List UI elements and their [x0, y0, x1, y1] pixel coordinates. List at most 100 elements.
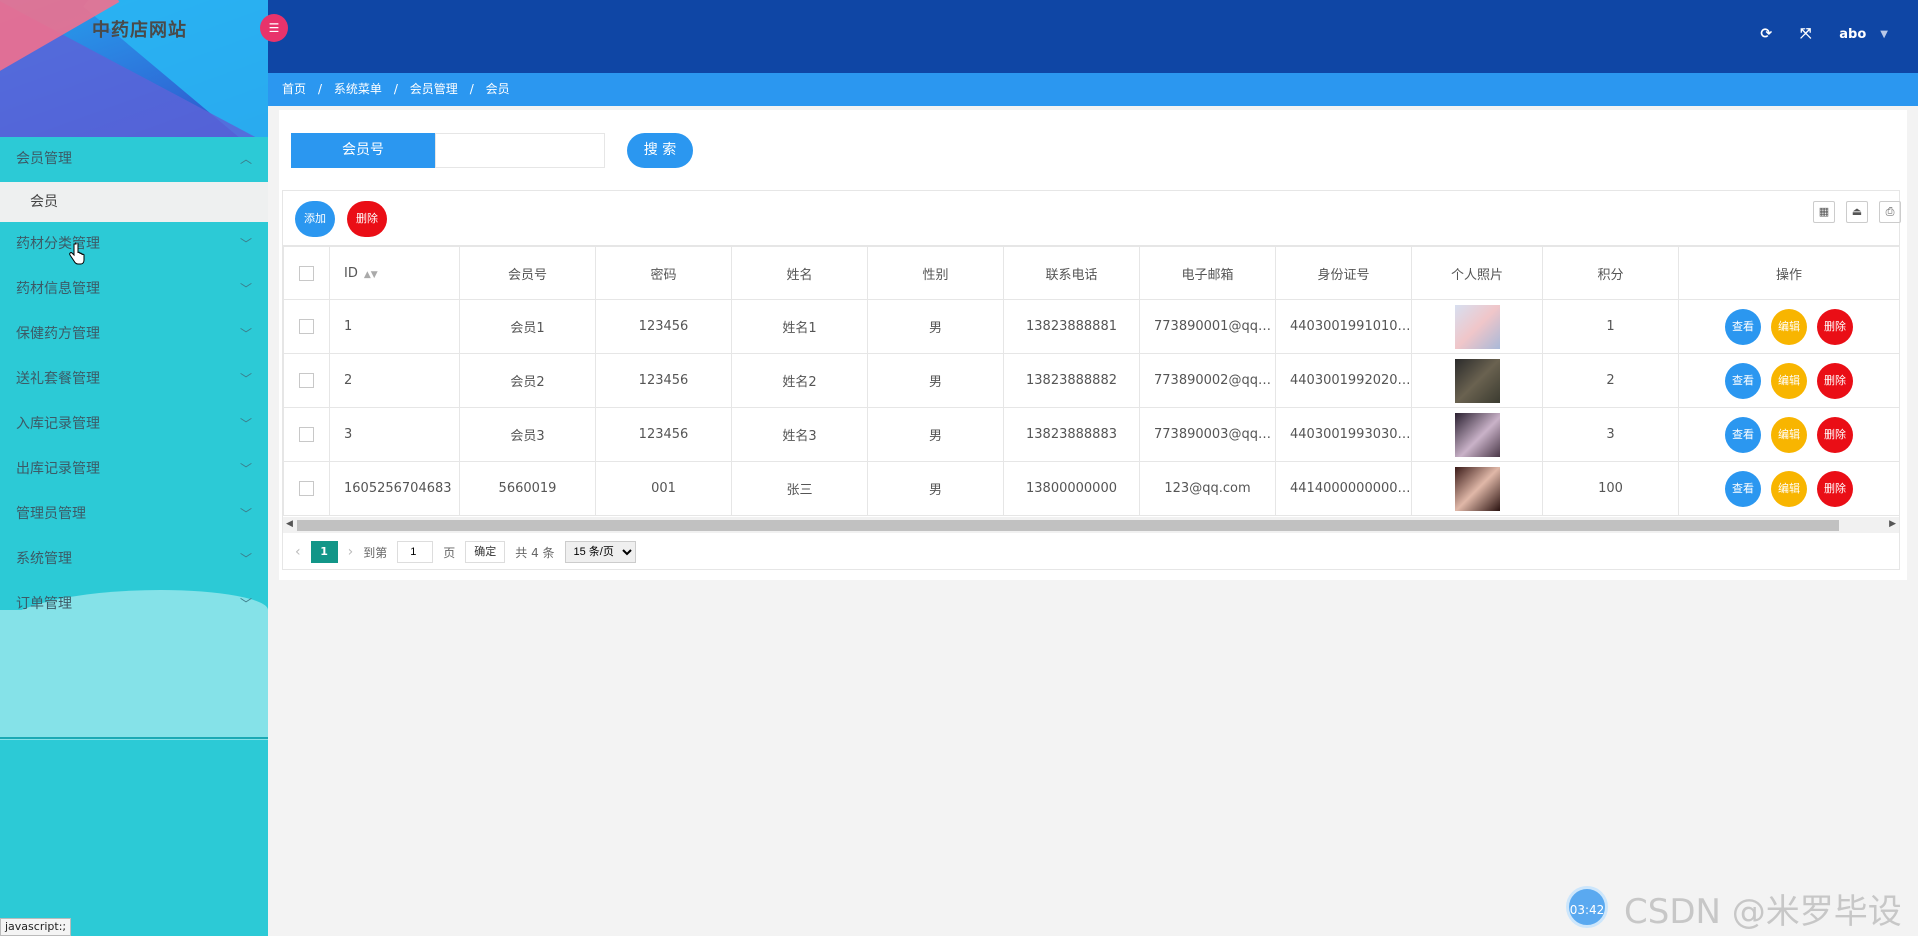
- breadcrumb-system-menu[interactable]: 系统菜单: [334, 82, 382, 96]
- cell-member-no: 会员2: [459, 353, 596, 408]
- member-photo[interactable]: [1454, 358, 1500, 403]
- sidebar-item-system-management[interactable]: 系统管理 ﹀: [0, 537, 268, 582]
- row-checkbox[interactable]: [299, 481, 314, 496]
- fullscreen-icon[interactable]: ⤧: [1800, 26, 1811, 42]
- delete-button[interactable]: 删除: [1817, 470, 1853, 507]
- delete-button[interactable]: 删除: [1817, 416, 1853, 453]
- user-menu[interactable]: abo: [1839, 27, 1866, 42]
- sidebar-item-label: 送礼套餐管理: [16, 371, 100, 387]
- select-all-cell[interactable]: [283, 246, 330, 300]
- sidebar-item-admin-management[interactable]: 管理员管理 ﹀: [0, 492, 268, 537]
- search-button[interactable]: 搜 索: [627, 133, 693, 168]
- cell-points: 100: [1542, 461, 1679, 516]
- add-button[interactable]: 添加: [295, 201, 335, 237]
- goto-page-input[interactable]: [397, 541, 434, 563]
- edit-button[interactable]: 编辑: [1771, 362, 1807, 399]
- sort-icon[interactable]: ▲▼: [364, 270, 378, 280]
- member-no-search-input[interactable]: [435, 133, 605, 168]
- column-header-name: 姓名: [731, 246, 868, 300]
- cell-email: 773890001@qq.com: [1139, 299, 1276, 354]
- delete-button[interactable]: 删除: [1817, 362, 1853, 399]
- table-row: 1 会员1 123456 姓名1 男 13823888881 773890001…: [283, 299, 1900, 354]
- prev-page-icon[interactable]: ‹: [295, 544, 301, 560]
- edit-button[interactable]: 编辑: [1771, 308, 1807, 345]
- page-label: 页: [443, 545, 456, 560]
- sidebar-item-herb-category-management[interactable]: 药材分类管理 ﹀: [0, 222, 268, 267]
- cell-member-no: 会员3: [459, 407, 596, 462]
- breadcrumb-member-management[interactable]: 会员管理: [410, 82, 458, 96]
- menu-toggle-icon[interactable]: ☰: [260, 14, 288, 42]
- cell-id: 3: [329, 407, 460, 462]
- cell-points: 2: [1542, 353, 1679, 408]
- chevron-up-icon: ︿: [239, 152, 252, 166]
- current-page[interactable]: 1: [310, 541, 338, 563]
- print-icon[interactable]: ⎙: [1879, 201, 1901, 223]
- table-header-row: ID ▲▼ 会员号 密码 姓名 性别 联系电话 电子邮箱 身份证号 个人照片 积分…: [283, 246, 1900, 300]
- total-count: 共 4 条: [515, 545, 555, 560]
- select-all-checkbox[interactable]: [299, 265, 314, 281]
- sidebar-item-label: 保健药方管理: [16, 326, 100, 342]
- cell-email: 123@qq.com: [1139, 461, 1276, 516]
- column-header-password: 密码: [595, 246, 732, 300]
- sidebar-menu: 会员管理 ︿ 会员 药材分类管理 ﹀ 药材信息管理 ﹀ 保健药方管理 ﹀ 送礼套…: [0, 137, 268, 627]
- sidebar-item-herb-info-management[interactable]: 药材信息管理 ﹀: [0, 267, 268, 312]
- member-photo[interactable]: [1454, 304, 1500, 349]
- sidebar-item-order-management[interactable]: 订单管理 ﹀: [0, 582, 268, 627]
- row-checkbox[interactable]: [299, 427, 314, 442]
- next-page-icon[interactable]: ›: [348, 544, 354, 560]
- cell-id-card: 441400000000000000: [1275, 461, 1412, 516]
- data-table-container: 添加 删除 ▦ ⏏ ⎙ ID ▲▼ 会员号 密码 姓名 性别 联系电话 电子邮箱…: [282, 190, 1901, 570]
- sidebar-item-label: 药材分类管理: [16, 236, 100, 252]
- columns-filter-icon[interactable]: ▦: [1813, 201, 1835, 223]
- content-panel: 会员号 搜 索 添加 删除 ▦ ⏏ ⎙ ID ▲▼ 会员号 密码 姓名 性别 联…: [279, 110, 1907, 580]
- edit-button[interactable]: 编辑: [1771, 416, 1807, 453]
- cell-member-no: 会员1: [459, 299, 596, 354]
- sidebar-item-gift-package-management[interactable]: 送礼套餐管理 ﹀: [0, 357, 268, 402]
- cell-password: 123456: [595, 353, 732, 408]
- breadcrumb: 首页 / 系统菜单 / 会员管理 / 会员: [268, 73, 1918, 106]
- chevron-down-icon: ﹀: [239, 462, 252, 476]
- page-size-select[interactable]: 15 条/页: [564, 541, 636, 563]
- site-title: 中药店网站: [92, 20, 187, 41]
- horizontal-scrollbar[interactable]: ◀ ▶: [283, 517, 1899, 533]
- cell-points: 1: [1542, 299, 1679, 354]
- cell-name: 张三: [731, 461, 868, 516]
- chevron-down-icon: ﹀: [239, 327, 252, 341]
- goto-confirm-button[interactable]: 确定: [465, 541, 506, 563]
- cell-email: 773890003@qq.com: [1139, 407, 1276, 462]
- breadcrumb-home[interactable]: 首页: [282, 82, 306, 96]
- sidebar-subitem-label: 会员: [30, 194, 58, 210]
- sidebar-subitem-member[interactable]: 会员: [0, 182, 268, 222]
- chevron-down-icon: ﹀: [239, 597, 252, 611]
- scroll-left-icon[interactable]: ◀: [286, 519, 293, 529]
- row-checkbox[interactable]: [299, 373, 314, 388]
- row-checkbox[interactable]: [299, 319, 314, 334]
- caret-down-icon[interactable]: ▼: [1880, 29, 1888, 40]
- sidebar-item-member-management[interactable]: 会员管理 ︿: [0, 137, 268, 182]
- chevron-down-icon: ﹀: [239, 282, 252, 296]
- member-photo[interactable]: [1454, 466, 1500, 511]
- delete-button[interactable]: 删除: [1817, 308, 1853, 345]
- sidebar-item-health-recipe-management[interactable]: 保健药方管理 ﹀: [0, 312, 268, 357]
- view-button[interactable]: 查看: [1725, 416, 1761, 453]
- sidebar-item-stock-in-management[interactable]: 入库记录管理 ﹀: [0, 402, 268, 447]
- refresh-icon[interactable]: ⟳: [1760, 26, 1772, 42]
- cell-phone: 13823888882: [1003, 353, 1140, 408]
- view-button[interactable]: 查看: [1725, 470, 1761, 507]
- sidebar-item-stock-out-management[interactable]: 出库记录管理 ﹀: [0, 447, 268, 492]
- cell-phone: 13823888883: [1003, 407, 1140, 462]
- column-header-id[interactable]: ID ▲▼: [329, 246, 460, 300]
- scroll-right-icon[interactable]: ▶: [1889, 519, 1896, 529]
- watermark: CSDN @米罗毕设: [1624, 892, 1902, 932]
- edit-button[interactable]: 编辑: [1771, 470, 1807, 507]
- search-field-label: 会员号: [291, 133, 435, 168]
- column-header-member-no: 会员号: [459, 246, 596, 300]
- cell-phone: 13800000000: [1003, 461, 1140, 516]
- scrollbar-thumb[interactable]: [297, 520, 1839, 531]
- view-button[interactable]: 查看: [1725, 362, 1761, 399]
- batch-delete-button[interactable]: 删除: [347, 201, 387, 237]
- sidebar-item-label: 会员管理: [16, 151, 72, 167]
- export-icon[interactable]: ⏏: [1846, 201, 1868, 223]
- view-button[interactable]: 查看: [1725, 308, 1761, 345]
- member-photo[interactable]: [1454, 412, 1500, 457]
